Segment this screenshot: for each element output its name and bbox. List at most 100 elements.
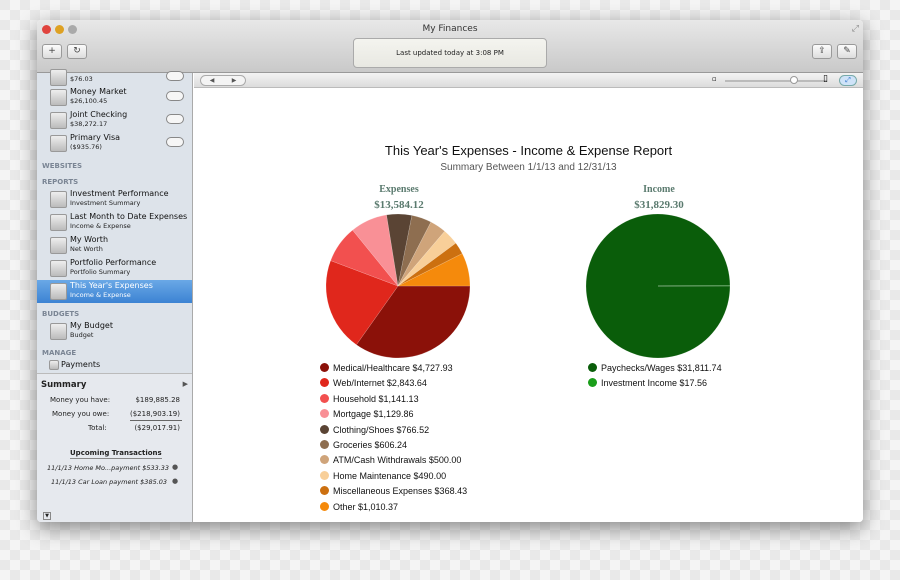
zoom-slider-handle[interactable] xyxy=(790,76,798,84)
report-item[interactable]: Portfolio Performance Portfolio Summary xyxy=(37,257,192,280)
legend-item: Medical/Healthcare $4,727.93 xyxy=(320,363,453,373)
report-view: This Year's Expenses - Income & Expense … xyxy=(194,88,863,522)
budgets-header: BUDGETS xyxy=(42,310,80,318)
legend-item: Household $1,141.13 xyxy=(320,393,419,404)
legend-item: Clothing/Shoes $766.52 xyxy=(320,424,430,435)
large-page-icon: ▯ xyxy=(823,74,828,84)
total-value: ($29,017.91) xyxy=(134,424,180,432)
payments-item[interactable]: Payments xyxy=(37,359,192,371)
legend-label: Groceries $606.24 xyxy=(333,440,408,450)
cloud-icon xyxy=(166,71,184,81)
account-item[interactable]: Primary Visa ($935.76) xyxy=(37,132,192,155)
sidebar: $76.03 Money Market $26,100.45 Joint Chec… xyxy=(37,69,193,522)
refresh-button[interactable]: ↻ xyxy=(67,44,87,59)
report-item-selected[interactable]: This Year's Expenses Income & Expense xyxy=(37,280,192,303)
divider xyxy=(130,420,182,421)
legend-swatch xyxy=(320,470,329,480)
pie-chart-icon xyxy=(50,283,67,300)
legend-swatch xyxy=(320,440,329,449)
arrow-circle-icon[interactable]: ● xyxy=(172,477,178,485)
total-label: Total: xyxy=(88,424,107,432)
legend-label: ATM/Cash Withdrawals $500.00 xyxy=(333,455,462,466)
window-title: My Finances xyxy=(422,24,478,34)
legend-label: Household $1,141.13 xyxy=(333,393,419,404)
legend-label: Paychecks/Wages $31,811.74 xyxy=(601,363,722,373)
piggy-bank-icon xyxy=(50,69,67,86)
money-market-icon xyxy=(50,89,67,106)
account-item[interactable]: Joint Checking $38,272.17 xyxy=(37,109,192,132)
legend-swatch xyxy=(320,409,329,419)
export-button[interactable]: ⇪ xyxy=(812,44,832,59)
legend-label: Investment Income $17.56 xyxy=(601,378,708,389)
budget-item[interactable]: My Budget Budget xyxy=(37,320,192,343)
fullscreen-icon[interactable]: ⤢ xyxy=(852,24,859,34)
report-item[interactable]: Investment Performance Investment Summary xyxy=(37,188,192,211)
budget-icon xyxy=(50,323,67,340)
owe-label: Money you owe: xyxy=(52,410,110,418)
cloud-icon xyxy=(166,91,184,101)
expand-button[interactable]: ⤢ xyxy=(839,75,857,86)
status-display: Last updated today at 3:08 PM xyxy=(353,38,547,68)
legend-item: Groceries $606.24 xyxy=(320,440,407,450)
legend-swatch xyxy=(320,363,329,372)
legend-item: Mortgage $1,129.86 xyxy=(320,409,414,419)
upcoming-item[interactable]: 11/1/13 Car Loan payment $385.03 xyxy=(51,478,167,486)
small-page-icon: ▫ xyxy=(712,75,717,83)
summary-expand-icon[interactable]: ▶ xyxy=(183,380,188,388)
legend-label: Web/Internet $2,843.64 xyxy=(333,378,427,389)
legend-item: Paychecks/Wages $31,811.74 xyxy=(588,363,722,373)
summary-panel: Summary ▶ Money you have: $189,885.28 Mo… xyxy=(37,373,192,522)
add-button[interactable]: + xyxy=(42,44,62,59)
legend-swatch xyxy=(320,486,329,496)
have-label: Money you have: xyxy=(50,396,111,404)
reports-header: REPORTS xyxy=(42,178,79,186)
payments-icon xyxy=(49,360,59,370)
legend-item: Web/Internet $2,843.64 xyxy=(320,378,427,388)
pie-charts xyxy=(325,213,731,359)
legend-swatch xyxy=(320,393,329,403)
zoom-slider[interactable] xyxy=(725,80,827,82)
cloud-icon xyxy=(166,137,184,147)
legend-label: Medical/Healthcare $4,727.93 xyxy=(333,363,453,373)
legend-label: Miscellaneous Expenses $368.43 xyxy=(333,486,468,497)
legend-label: Clothing/Shoes $766.52 xyxy=(333,424,430,435)
forward-icon[interactable]: ▶ xyxy=(232,77,237,84)
legend-swatch xyxy=(320,501,329,511)
legend-swatch xyxy=(588,363,597,372)
manage-header: MANAGE xyxy=(42,349,77,357)
pie-chart-icon xyxy=(50,214,67,231)
credit-card-icon xyxy=(50,135,67,152)
legend-swatch xyxy=(588,378,597,388)
upcoming-title: Upcoming Transactions xyxy=(70,449,162,459)
websites-header: WEBSITES xyxy=(42,162,83,170)
legend-label: Home Maintenance $490.00 xyxy=(333,470,447,481)
legend-label: Mortgage $1,129.86 xyxy=(333,409,414,420)
check-icon xyxy=(50,112,67,129)
summary-title: Summary xyxy=(41,380,87,390)
legend-item: Miscellaneous Expenses $368.43 xyxy=(320,486,467,496)
legend-swatch xyxy=(320,424,329,434)
account-item[interactable]: Money Market $26,100.45 xyxy=(37,86,192,109)
legend-swatch xyxy=(320,378,329,388)
line-chart-icon xyxy=(50,191,67,208)
back-icon[interactable]: ◀ xyxy=(210,77,215,84)
app-window: My Finances ⤢ + ↻ Last updated today at … xyxy=(37,20,863,522)
upcoming-item[interactable]: 11/1/13 Home Mo...payment $533.33 xyxy=(47,464,169,472)
report-item[interactable]: My Worth Net Worth xyxy=(37,234,192,257)
edit-report-button[interactable]: ✎ xyxy=(837,44,857,59)
report-item[interactable]: Last Month to Date Expenses Income & Expe… xyxy=(37,211,192,234)
collapse-icon[interactable]: ▼ xyxy=(43,512,51,520)
have-value: $189,885.28 xyxy=(135,396,180,404)
legend-item: Investment Income $17.56 xyxy=(588,378,707,388)
owe-value: ($218,903.19) xyxy=(130,410,180,418)
cloud-icon xyxy=(166,114,184,124)
legend-item: ATM/Cash Withdrawals $500.00 xyxy=(320,455,461,465)
legend-swatch xyxy=(320,455,329,465)
legend-item: Home Maintenance $490.00 xyxy=(320,470,447,481)
arrow-circle-icon[interactable]: ● xyxy=(172,463,178,471)
bar-chart-icon xyxy=(50,237,67,254)
line-chart-icon xyxy=(50,260,67,277)
legend-label: Other $1,010.37 xyxy=(333,501,399,512)
report-toolbar: ◀ ▶ ▫ ▯ ⤢ xyxy=(194,73,863,88)
legend-item: Other $1,010.37 xyxy=(320,501,399,512)
